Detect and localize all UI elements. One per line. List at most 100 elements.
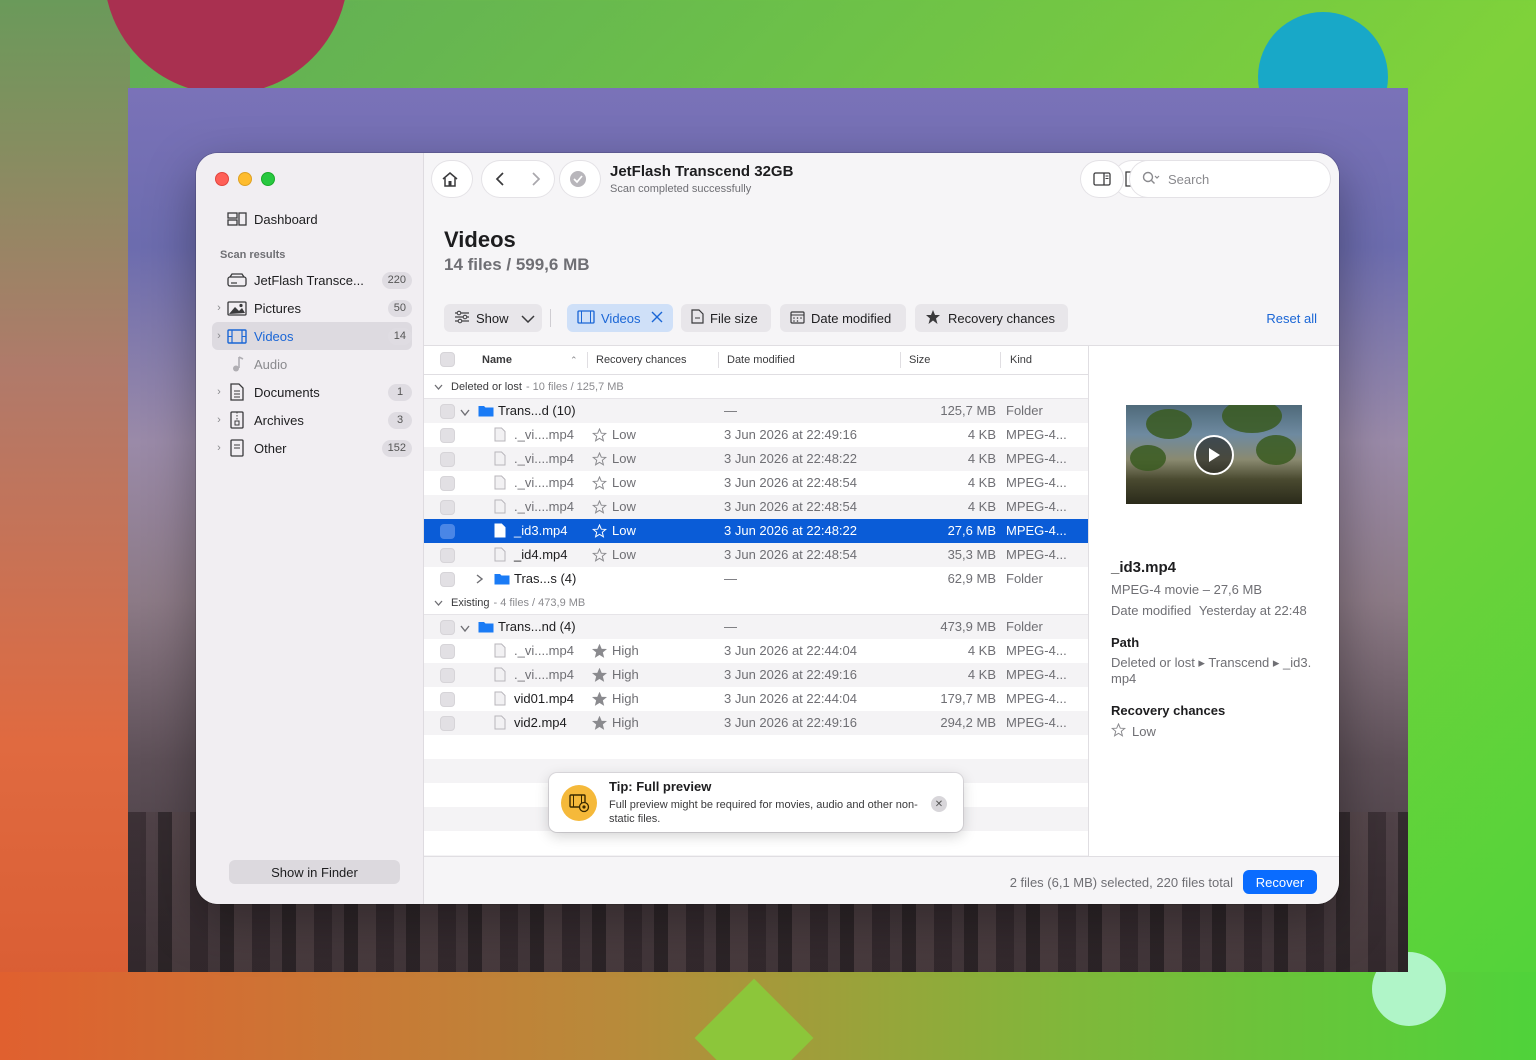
row-checkbox[interactable] [440,500,455,515]
folder-icon [478,405,494,420]
file-size: 179,7 MB [940,691,996,706]
toggle-preview-button[interactable] [1081,161,1123,197]
row-checkbox[interactable] [440,620,455,635]
row-checkbox[interactable] [440,404,455,419]
sidebar-item-documents[interactable]: › Documents 1 [212,378,412,406]
folder-row[interactable]: Tras...s (4) — 62,9 MB Folder [424,567,1088,591]
table-row[interactable]: vid01.mp4 High 3 Jun 2026 at 22:44:04 179,7… [424,687,1088,711]
forward-button[interactable] [518,161,554,197]
group-meta: - 10 files / 125,7 MB [525,380,624,393]
home-button[interactable] [432,161,472,197]
row-checkbox[interactable] [440,692,455,707]
table-row[interactable]: ._vi....mp4 Low 3 Jun 2026 at 22:48:54 4 KB… [424,495,1088,519]
close-icon[interactable]: ✕ [931,796,947,812]
table-row[interactable]: ._vi....mp4 Low 3 Jun 2026 at 22:49:16 4 KB… [424,423,1088,447]
navigation-buttons [482,161,554,197]
table-row[interactable]: ._vi....mp4 High 3 Jun 2026 at 22:44:04 4 K… [424,639,1088,663]
row-checkbox[interactable] [440,548,455,563]
minimize-window-button[interactable] [238,172,252,186]
chevron-down-icon[interactable] [460,404,470,419]
select-all-checkbox[interactable] [440,352,455,367]
row-checkbox[interactable] [440,452,455,467]
videos-filter-chip[interactable]: Videos [567,304,673,332]
group-header-deleted[interactable]: Deleted or lost - 10 files / 125,7 MB [424,375,1088,399]
star-outline-icon [591,499,608,517]
file-size-filter[interactable]: File size [681,304,771,332]
file-name: Tras...s (4) [514,571,577,586]
row-checkbox[interactable] [440,668,455,683]
chevron-right-icon[interactable]: › [212,414,226,426]
back-button[interactable] [482,161,518,197]
video-thumbnail[interactable] [1126,405,1302,504]
sidebar-item-dashboard[interactable]: Dashboard [212,205,412,233]
column-recovery-chances[interactable]: Recovery chances [596,354,687,366]
row-checkbox[interactable] [440,428,455,443]
column-name[interactable]: Name [482,354,512,366]
date-modified: 3 Jun 2026 at 22:48:22 [724,523,858,538]
column-date-modified[interactable]: Date modified [727,354,795,366]
row-checkbox[interactable] [440,572,455,587]
other-icon [226,439,248,457]
dashboard-icon [226,210,248,228]
recovery-chance: High [612,715,639,730]
table-row[interactable]: _id4.mp4 Low 3 Jun 2026 at 22:48:54 35,3 MB… [424,543,1088,567]
close-window-button[interactable] [215,172,229,186]
drive-icon [226,271,248,289]
play-button[interactable] [1194,435,1234,475]
chevron-right-icon[interactable]: › [212,330,226,342]
sidebar-right-icon [1081,161,1123,197]
chevron-right-icon[interactable]: › [212,302,226,314]
file-kind: MPEG-4... [1006,547,1067,562]
show-in-finder-button[interactable]: Show in Finder [229,860,400,884]
row-checkbox[interactable] [440,716,455,731]
filter-divider [550,309,551,327]
table-row[interactable]: _id3.mp4 Low 3 Jun 2026 at 22:48:22 27,6 MB… [424,519,1088,543]
table-row[interactable]: vid2.mp4 High 3 Jun 2026 at 22:49:16 294,2 … [424,711,1088,735]
chevron-right-icon[interactable] [476,572,484,587]
column-kind[interactable]: Kind [1010,354,1032,366]
sidebar-item-label: JetFlash Transce... [254,272,364,288]
recovery-chances-filter[interactable]: Recovery chances [915,304,1068,332]
table-row[interactable]: ._vi....mp4 Low 3 Jun 2026 at 22:48:22 4 KB… [424,447,1088,471]
chevron-down-icon[interactable] [460,620,470,635]
show-filter-dropdown[interactable]: Show [444,304,542,332]
sidebar-item-other[interactable]: › Other 152 [212,434,412,462]
sidebar-item-pictures[interactable]: › Pictures 50 [212,294,412,322]
date-modified: 3 Jun 2026 at 22:49:16 [724,427,858,442]
table-row[interactable]: ._vi....mp4 High 3 Jun 2026 at 22:49:16 4 K… [424,663,1088,687]
scan-status-button[interactable] [560,161,600,197]
table-row[interactable]: ._vi....mp4 Low 3 Jun 2026 at 22:48:54 4 KB… [424,471,1088,495]
file-name: ._vi....mp4 [514,451,574,466]
row-checkbox[interactable] [440,644,455,659]
zoom-window-button[interactable] [261,172,275,186]
sidebar-item-videos[interactable]: › Videos 14 [212,322,412,350]
search-input[interactable]: Search [1130,161,1330,197]
show-filter-label: Show [476,310,509,326]
row-checkbox[interactable] [440,524,455,539]
file-kind: MPEG-4... [1006,451,1067,466]
folder-row[interactable]: Trans...nd (4) — 473,9 MB Folder [424,615,1088,639]
column-size[interactable]: Size [909,354,930,366]
group-header-existing[interactable]: Existing - 4 files / 473,9 MB [424,591,1088,615]
recover-button[interactable]: Recover [1243,870,1317,894]
reset-all-link[interactable]: Reset all [1266,311,1317,326]
star-outline-icon [1110,722,1127,740]
table-header: Name ⌃ Recovery chances Date modified Si… [424,346,1088,375]
folder-row[interactable]: Trans...d (10) — 125,7 MB Folder [424,399,1088,423]
remove-filter-icon[interactable] [651,311,663,326]
count-badge: 220 [381,271,412,289]
file-name: vid2.mp4 [514,715,567,730]
date-modified-filter[interactable]: Date modified [780,304,906,332]
file-name: vid01.mp4 [514,691,574,706]
sidebar-item-archives[interactable]: › Archives 3 [212,406,412,434]
sidebar-item-drive[interactable]: JetFlash Transce... 220 [212,266,412,294]
row-checkbox[interactable] [440,476,455,491]
chevron-right-icon[interactable]: › [212,386,226,398]
file-name: ._vi....mp4 [514,499,574,514]
date-modified-label: Date modified [811,310,892,326]
selection-summary: 2 files (6,1 MB) selected, 220 files tot… [1009,875,1233,890]
sidebar-item-label: Pictures [254,300,301,316]
sidebar-item-audio[interactable]: Audio [212,350,412,378]
archive-icon [226,411,248,429]
chevron-right-icon[interactable]: › [212,442,226,454]
